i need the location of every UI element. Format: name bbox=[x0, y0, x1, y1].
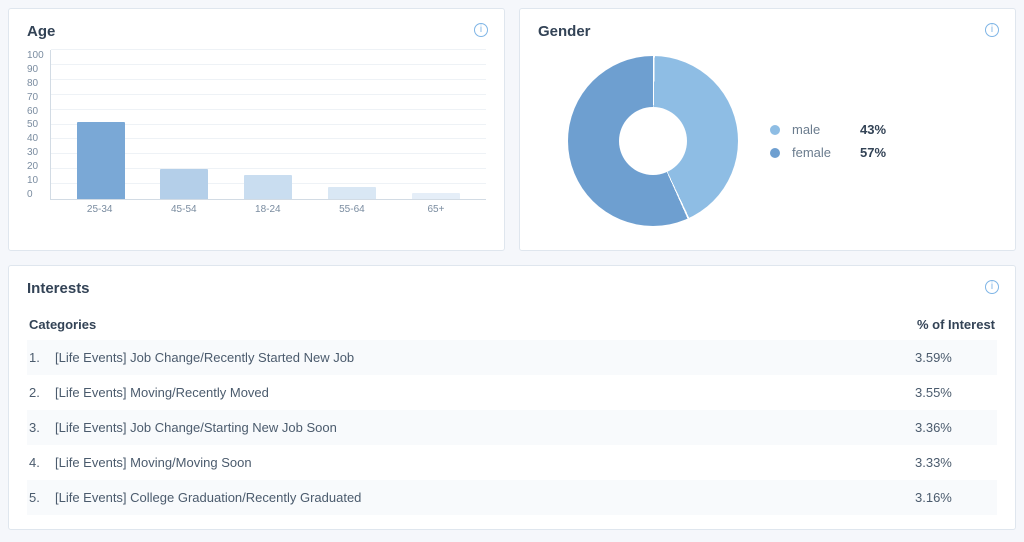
age-bar bbox=[244, 175, 292, 199]
age-x-axis: 25-34 45-54 18-24 55-64 65+ bbox=[50, 200, 486, 215]
y-tick: 40 bbox=[27, 133, 44, 144]
interests-header-row: Categories % of Interest bbox=[27, 307, 997, 340]
row-pct: 3.36% bbox=[915, 420, 995, 435]
legend-swatch bbox=[770, 125, 780, 135]
y-tick: 10 bbox=[27, 175, 44, 186]
row-index: 2. bbox=[29, 385, 55, 400]
row-category: [Life Events] College Graduation/Recentl… bbox=[55, 490, 915, 505]
age-bar bbox=[328, 187, 376, 199]
legend-item: female 57% bbox=[770, 145, 886, 160]
table-row: 3.[Life Events] Job Change/Starting New … bbox=[27, 410, 997, 445]
info-icon[interactable]: i bbox=[474, 23, 488, 37]
table-row: 2.[Life Events] Moving/Recently Moved3.5… bbox=[27, 375, 997, 410]
interests-title: Interests bbox=[27, 280, 997, 297]
x-tick: 25-34 bbox=[76, 204, 124, 215]
gender-card: Gender i male 43% female 57% bbox=[519, 8, 1016, 251]
y-tick: 90 bbox=[27, 64, 44, 75]
row-index: 1. bbox=[29, 350, 55, 365]
legend-value: 57% bbox=[860, 145, 886, 160]
y-tick: 30 bbox=[27, 147, 44, 158]
table-row: 5.[Life Events] College Graduation/Recen… bbox=[27, 480, 997, 515]
table-row: 1.[Life Events] Job Change/Recently Star… bbox=[27, 340, 997, 375]
table-row: 4.[Life Events] Moving/Moving Soon3.33% bbox=[27, 445, 997, 480]
y-tick: 0 bbox=[27, 189, 44, 200]
age-bar bbox=[160, 169, 208, 199]
age-title: Age bbox=[27, 23, 486, 40]
row-category: [Life Events] Moving/Recently Moved bbox=[55, 385, 915, 400]
col-header-pct: % of Interest bbox=[917, 317, 995, 332]
y-tick: 100 bbox=[27, 50, 44, 61]
row-pct: 3.33% bbox=[915, 455, 995, 470]
age-y-axis: 0 10 20 30 40 50 60 70 80 90 100 bbox=[27, 50, 50, 200]
legend-label: female bbox=[792, 145, 848, 160]
y-tick: 80 bbox=[27, 78, 44, 89]
y-tick: 70 bbox=[27, 92, 44, 103]
row-category: [Life Events] Job Change/Recently Starte… bbox=[55, 350, 915, 365]
legend-label: male bbox=[792, 122, 848, 137]
row-pct: 3.16% bbox=[915, 490, 995, 505]
info-icon[interactable]: i bbox=[985, 280, 999, 294]
age-plot-area bbox=[50, 50, 486, 200]
row-pct: 3.55% bbox=[915, 385, 995, 400]
info-icon[interactable]: i bbox=[985, 23, 999, 37]
x-tick: 65+ bbox=[412, 204, 460, 215]
age-card: Age i 0 10 20 30 40 50 60 70 80 90 100 25-34 45-54 1… bbox=[8, 8, 505, 251]
row-index: 5. bbox=[29, 490, 55, 505]
row-category: [Life Events] Moving/Moving Soon bbox=[55, 455, 915, 470]
x-tick: 45-54 bbox=[160, 204, 208, 215]
gender-title: Gender bbox=[538, 23, 997, 40]
y-tick: 20 bbox=[27, 161, 44, 172]
x-tick: 18-24 bbox=[244, 204, 292, 215]
col-header-categories: Categories bbox=[29, 317, 96, 332]
y-tick: 50 bbox=[27, 119, 44, 130]
row-index: 3. bbox=[29, 420, 55, 435]
legend-item: male 43% bbox=[770, 122, 886, 137]
age-bar-chart: 0 10 20 30 40 50 60 70 80 90 100 25-34 45-54 18-24 55… bbox=[27, 50, 486, 220]
legend-swatch bbox=[770, 148, 780, 158]
row-index: 4. bbox=[29, 455, 55, 470]
legend-value: 43% bbox=[860, 122, 886, 137]
age-bar bbox=[412, 193, 460, 199]
row-pct: 3.59% bbox=[915, 350, 995, 365]
age-bar bbox=[77, 122, 125, 199]
row-category: [Life Events] Job Change/Starting New Jo… bbox=[55, 420, 915, 435]
y-tick: 60 bbox=[27, 106, 44, 117]
interests-card: Interests i Categories % of Interest 1.[… bbox=[8, 265, 1016, 530]
gender-donut-chart bbox=[568, 56, 738, 226]
gender-legend: male 43% female 57% bbox=[770, 122, 886, 160]
x-tick: 55-64 bbox=[328, 204, 376, 215]
